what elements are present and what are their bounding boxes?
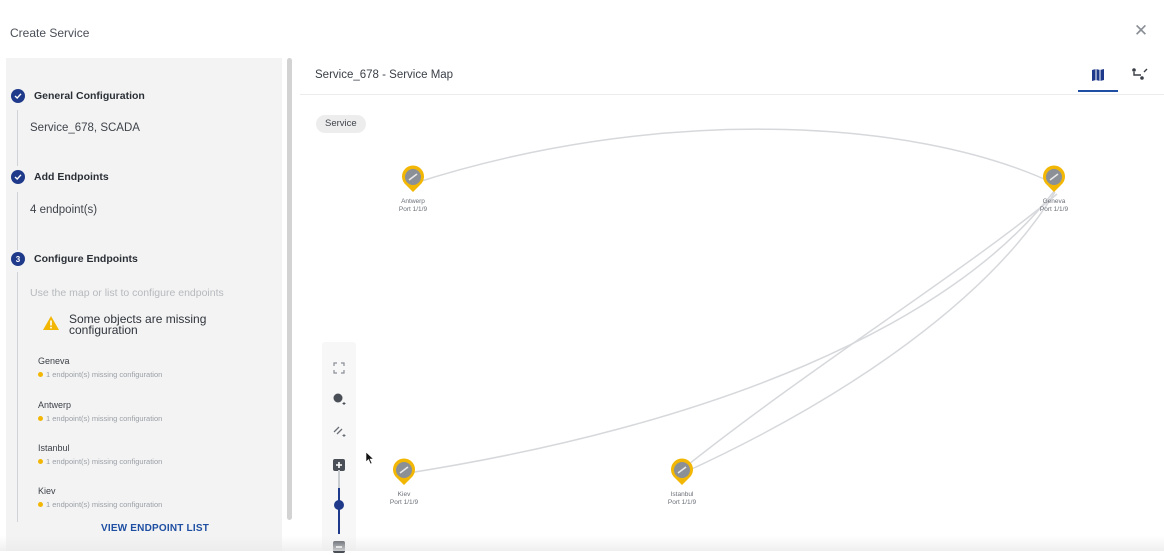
endpoint-status: 1 endpoint(s) missing configuration bbox=[46, 414, 163, 423]
step-value: Service_678, SCADA bbox=[30, 122, 140, 134]
location-pin-icon bbox=[671, 458, 693, 485]
endpoint-name: Antwerp bbox=[38, 400, 72, 410]
node-antwerp[interactable]: Antwerp Port 1/1/9 bbox=[373, 163, 453, 214]
step-number-icon: 3 bbox=[11, 252, 25, 266]
fit-to-screen-icon[interactable] bbox=[331, 360, 347, 376]
bottom-edge bbox=[0, 536, 1164, 551]
add-node-icon[interactable] bbox=[331, 390, 347, 406]
step-connector bbox=[17, 272, 18, 522]
node-port: Port 1/1/9 bbox=[389, 499, 419, 506]
node-kiev[interactable]: Kiev Port 1/1/9 bbox=[364, 456, 444, 507]
node-name: Kiev bbox=[397, 491, 411, 498]
node-port: Port 1/1/9 bbox=[667, 499, 697, 506]
add-link-icon[interactable] bbox=[331, 422, 347, 438]
step-value: 4 endpoint(s) bbox=[30, 204, 98, 216]
missing-config-warning: Some objects are missing configuration bbox=[42, 312, 229, 337]
close-icon[interactable]: ✕ bbox=[1132, 22, 1150, 40]
dialog-title: Create Service bbox=[10, 26, 90, 40]
location-pin-icon bbox=[1043, 165, 1065, 192]
node-name: Geneva bbox=[1042, 198, 1066, 205]
step-connector bbox=[17, 192, 18, 250]
node-name: Antwerp bbox=[401, 198, 425, 205]
link-istanbul-geneva-2[interactable] bbox=[683, 193, 1058, 469]
dialog-header: Create Service ✕ bbox=[0, 0, 1164, 64]
step-title: Configure Endpoints bbox=[34, 253, 138, 265]
warning-dot-icon bbox=[38, 416, 43, 421]
node-geneva[interactable]: Geneva Port 1/1/9 bbox=[1014, 163, 1094, 214]
tab-route-view[interactable] bbox=[1128, 64, 1150, 86]
mouse-cursor-icon bbox=[365, 451, 375, 465]
endpoint-item-geneva[interactable]: Geneva 1 endpoint(s) missing configurati… bbox=[38, 354, 274, 394]
step-general-configuration[interactable]: General Configuration bbox=[11, 89, 145, 103]
map-icon bbox=[1092, 69, 1104, 81]
step-title: General Configuration bbox=[34, 90, 145, 102]
tab-map-view[interactable] bbox=[1078, 64, 1118, 92]
warning-icon bbox=[43, 316, 59, 330]
endpoint-status: 1 endpoint(s) missing configuration bbox=[46, 500, 163, 509]
endpoint-item-istanbul[interactable]: Istanbul 1 endpoint(s) missing configura… bbox=[38, 441, 274, 481]
node-port: Port 1/1/9 bbox=[398, 206, 428, 213]
route-icon bbox=[1132, 68, 1148, 80]
endpoint-name: Kiev bbox=[38, 486, 56, 496]
zoom-slider-handle[interactable] bbox=[334, 500, 344, 510]
endpoint-item-antwerp[interactable]: Antwerp 1 endpoint(s) missing configurat… bbox=[38, 398, 274, 438]
step-configure-endpoints[interactable]: 3 Configure Endpoints bbox=[11, 252, 138, 266]
check-icon bbox=[11, 89, 25, 103]
link-kiev-geneva[interactable] bbox=[401, 189, 1056, 475]
endpoint-name: Istanbul bbox=[38, 443, 70, 453]
location-pin-icon bbox=[402, 165, 424, 192]
location-pin-icon bbox=[393, 458, 415, 485]
warning-dot-icon bbox=[38, 372, 43, 377]
warning-text: Some objects are missing configuration bbox=[69, 312, 207, 337]
endpoint-status: 1 endpoint(s) missing configuration bbox=[46, 457, 163, 466]
endpoint-status: 1 endpoint(s) missing configuration bbox=[46, 370, 163, 379]
header-divider bbox=[300, 94, 1164, 95]
map-toolbar bbox=[322, 342, 356, 553]
node-port: Port 1/1/9 bbox=[1039, 206, 1069, 213]
node-name: Istanbul bbox=[670, 491, 694, 498]
endpoint-item-kiev[interactable]: Kiev 1 endpoint(s) missing configuration bbox=[38, 484, 274, 524]
view-endpoint-list-button[interactable]: VIEW ENDPOINT LIST bbox=[30, 523, 280, 534]
node-istanbul[interactable]: Istanbul Port 1/1/9 bbox=[642, 456, 722, 507]
link-antwerp-geneva[interactable] bbox=[411, 128, 1056, 185]
step-title: Add Endpoints bbox=[34, 171, 109, 183]
endpoint-name: Geneva bbox=[38, 356, 70, 366]
step-connector bbox=[17, 110, 18, 166]
zoom-slider-fill bbox=[338, 488, 340, 534]
check-icon bbox=[11, 170, 25, 184]
warning-dot-icon bbox=[38, 502, 43, 507]
warning-dot-icon bbox=[38, 459, 43, 464]
zoom-slider-track[interactable] bbox=[338, 470, 340, 488]
step-hint: Use the map or list to configure endpoin… bbox=[30, 287, 224, 299]
map-title: Service_678 - Service Map bbox=[315, 69, 454, 81]
step-add-endpoints[interactable]: Add Endpoints bbox=[11, 170, 109, 184]
